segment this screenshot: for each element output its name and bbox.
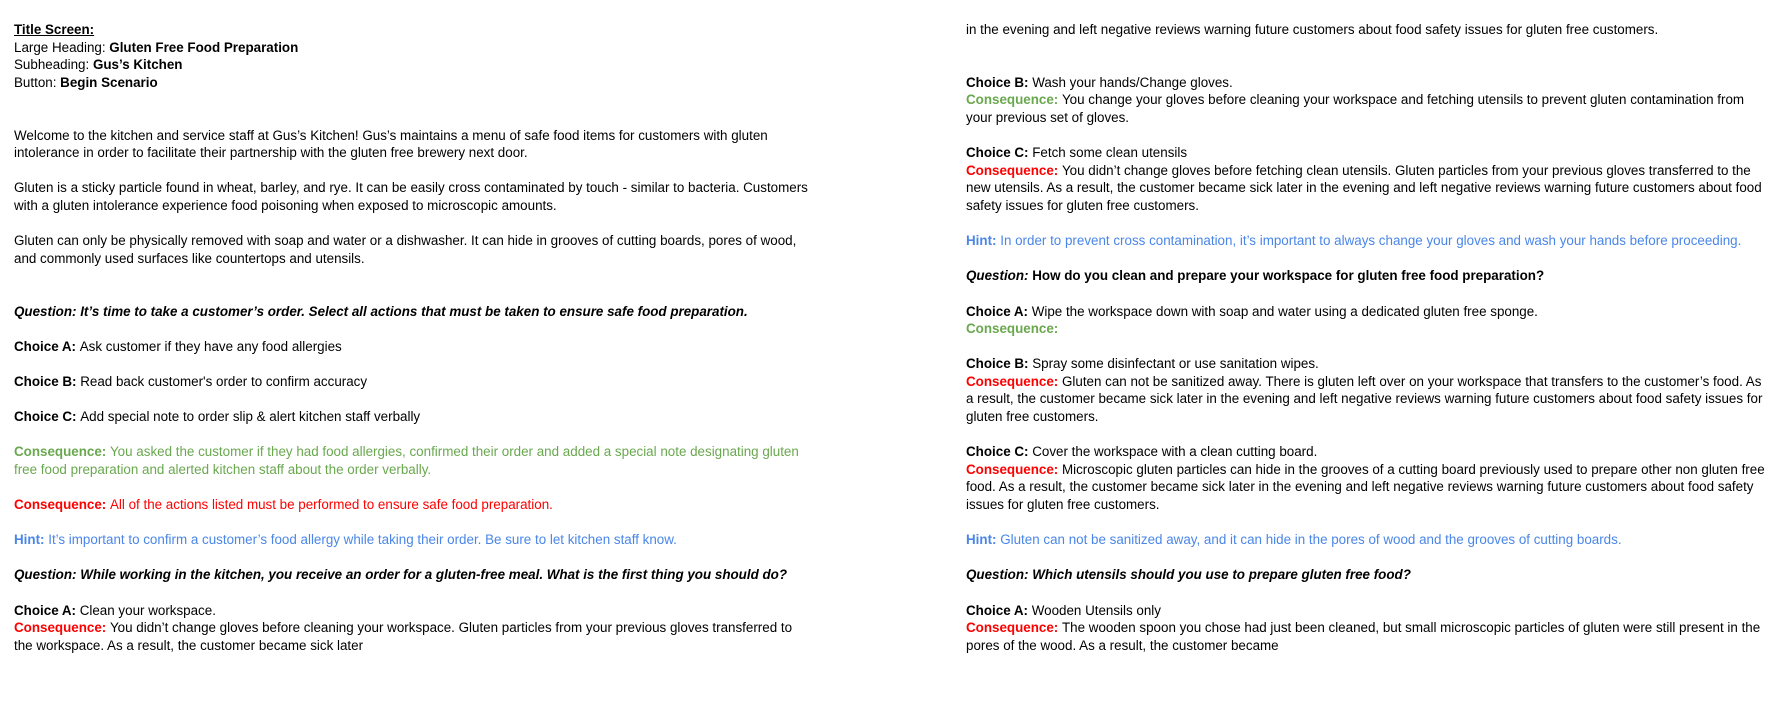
q3-hint-text: Gluten can not be sanitized away, and it… <box>1000 532 1622 548</box>
q1-hint: Hint: It’s important to confirm a custom… <box>14 531 814 549</box>
q2-consequence-c: Consequence: You didn’t change gloves be… <box>966 162 1766 215</box>
q2-question: Question: While working in the kitchen, … <box>14 567 788 583</box>
q2-consequence-a-label: Consequence: <box>14 620 110 636</box>
q1-choice-c-text: Add special note to order slip & alert k… <box>80 409 421 425</box>
q1-choice-b-label: Choice B: <box>14 373 81 389</box>
q1-consequence-bad: Consequence: All of the actions listed m… <box>14 496 814 514</box>
q2-consequence-c-text: You didn’t change gloves before fetching… <box>966 162 1762 213</box>
q3-consequence-c: Consequence: Microscopic gluten particle… <box>966 461 1766 514</box>
q1-hint-label: Hint: <box>14 532 49 548</box>
subheading-value: Gus’s Kitchen <box>92 57 183 73</box>
q4-choice-a: Choice A: Wooden Utensils only <box>966 602 1766 620</box>
q3-choice-b-label: Choice B: <box>966 356 1033 372</box>
q4-consequence-a-text: The wooden spoon you chose had just been… <box>966 620 1761 653</box>
q3-consequence-b: Consequence: Gluten can not be sanitized… <box>966 373 1766 426</box>
q2-choice-b-text: Wash your hands/Change gloves. <box>1032 74 1233 90</box>
q2-choice-b-label: Choice B: <box>966 74 1033 90</box>
q1-choice-a-label: Choice A: <box>14 338 80 354</box>
q2-choice-b: Choice B: Wash your hands/Change gloves. <box>966 74 1766 92</box>
q2-consequence-b-text: You change your gloves before cleaning y… <box>966 92 1745 125</box>
q3-consequence-b-text: Gluten can not be sanitized away. There … <box>966 373 1763 425</box>
q1-choice-a-text: Ask customer if they have any food aller… <box>79 338 342 354</box>
subheading-line: Subheading: Gus’s Kitchen <box>14 56 814 74</box>
q3-choice-b-text: Spray some disinfectant or use sanitatio… <box>1032 356 1319 372</box>
q1-consequence-bad-text: All of the actions listed must be perfor… <box>109 497 553 513</box>
q2-consequence-a-text: You didn’t change gloves before cleaning… <box>14 620 793 653</box>
q3-choice-a-label: Choice A: <box>966 303 1032 319</box>
q4-choice-a-label: Choice A: <box>966 602 1032 618</box>
q3-consequence-a: Consequence: <box>966 321 1059 337</box>
large-heading-label: Large Heading: <box>14 39 110 55</box>
q2-hint-text: In order to prevent cross contamination,… <box>1000 233 1742 249</box>
q3-choice-c: Choice C: Cover the workspace with a cle… <box>966 443 1766 461</box>
large-heading-value: Gluten Free Food Preparation <box>109 39 299 55</box>
q3-question-label: Question: <box>966 268 1033 284</box>
left-column: Title Screen: Large Heading: Gluten Free… <box>14 21 814 654</box>
q2-continuation: in the evening and left negative reviews… <box>966 22 1659 37</box>
q2-consequence-b: Consequence: You change your gloves befo… <box>966 91 1766 126</box>
q1-choice-a: Choice A: Ask customer if they have any … <box>14 338 814 356</box>
large-heading-line: Large Heading: Gluten Free Food Preparat… <box>14 39 814 57</box>
title-screen-section: Title Screen: Large Heading: Gluten Free… <box>14 21 814 91</box>
q1-consequence-good: Consequence: You asked the customer if t… <box>14 443 814 478</box>
q4-choice-a-text: Wooden Utensils only <box>1031 602 1161 618</box>
q2-consequence-b-label: Consequence: <box>966 92 1062 108</box>
q1-choice-b: Choice B: Read back customer's order to … <box>14 373 814 391</box>
q2-hint: Hint: In order to prevent cross contamin… <box>966 232 1766 250</box>
button-label: Button: <box>14 74 61 90</box>
q1-choice-c: Choice C: Add special note to order slip… <box>14 408 814 426</box>
q3-consequence-b-label: Consequence: <box>966 373 1062 389</box>
q2-choice-c: Choice C: Fetch some clean utensils <box>966 144 1766 162</box>
q2-choice-a-text: Clean your workspace. <box>79 602 216 618</box>
q3-consequence-c-text: Microscopic gluten particles can hide in… <box>966 461 1765 513</box>
q2-choice-a: Choice A: Clean your workspace. <box>14 602 814 620</box>
intro-paragraph-3: Gluten can only be physically removed wi… <box>14 233 797 266</box>
q3-choice-c-label: Choice C: <box>966 444 1033 460</box>
q3-consequence-c-label: Consequence: <box>966 461 1062 477</box>
q3-hint: Hint: Gluten can not be sanitized away, … <box>966 531 1766 549</box>
q4-question: Question: Which utensils should you use … <box>966 567 1411 583</box>
q2-hint-label: Hint: <box>966 233 1001 249</box>
right-column: in the evening and left negative reviews… <box>966 21 1766 654</box>
q4-consequence-a: Consequence: The wooden spoon you chose … <box>966 619 1766 654</box>
button-line: Button: Begin Scenario <box>14 74 814 92</box>
intro-paragraph-2: Gluten is a sticky particle found in whe… <box>14 180 808 213</box>
button-value: Begin Scenario <box>60 74 158 90</box>
q3-choice-a-text: Wipe the workspace down with soap and wa… <box>1031 303 1538 319</box>
title-screen-heading: Title Screen: <box>14 22 95 37</box>
q1-choice-c-label: Choice C: <box>14 409 81 425</box>
q2-choice-a-label: Choice A: <box>14 602 80 618</box>
q1-consequence-good-text: You asked the customer if they had food … <box>14 444 799 477</box>
q3-hint-label: Hint: <box>966 532 1001 548</box>
q2-consequence-c-label: Consequence: <box>966 162 1062 178</box>
q3-choice-b: Choice B: Spray some disinfectant or use… <box>966 355 1766 373</box>
q3-question: Question: How do you clean and prepare y… <box>966 267 1766 285</box>
q3-choice-a: Choice A: Wipe the workspace down with s… <box>966 303 1766 321</box>
q1-consequence-good-label: Consequence: <box>14 444 110 460</box>
q1-choice-b-text: Read back customer's order to confirm ac… <box>80 373 368 389</box>
q2-choice-c-label: Choice C: <box>966 145 1033 161</box>
q1-question: Question: It’s time to take a customer’s… <box>14 303 748 319</box>
intro-paragraph-1: Welcome to the kitchen and service staff… <box>14 127 768 161</box>
q3-question-text: How do you clean and prepare your worksp… <box>1032 268 1545 284</box>
q4-consequence-a-label: Consequence: <box>966 620 1062 636</box>
q2-choice-c-text: Fetch some clean utensils <box>1032 145 1188 161</box>
q1-hint-text: It’s important to confirm a customer’s f… <box>48 532 677 548</box>
subheading-label: Subheading: <box>14 57 93 73</box>
q1-consequence-bad-label: Consequence: <box>14 497 110 513</box>
q3-choice-c-text: Cover the workspace with a clean cutting… <box>1032 444 1318 460</box>
q2-consequence-a: Consequence: You didn’t change gloves be… <box>14 619 814 654</box>
